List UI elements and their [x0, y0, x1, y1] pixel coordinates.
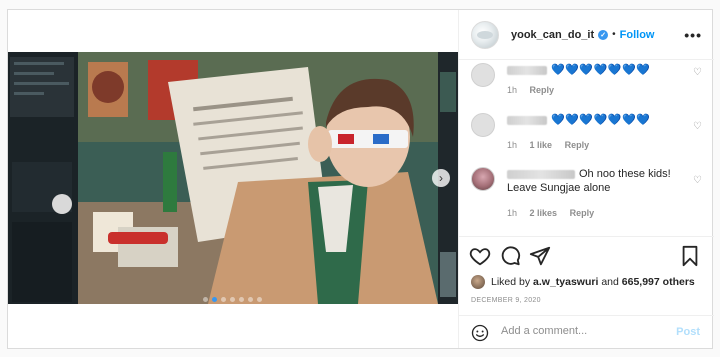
comment-likes-count[interactable]: 2 likes — [530, 208, 558, 218]
commenter-name-redacted[interactable] — [507, 169, 575, 179]
avatar[interactable] — [471, 20, 499, 49]
comment-text: 💙💙💙💙💙💙💙 — [551, 114, 651, 126]
carousel-dots — [203, 297, 262, 302]
commenter-avatar[interactable] — [471, 113, 495, 137]
carousel-dot[interactable] — [257, 297, 262, 302]
commenter-name-redacted[interactable] — [507, 115, 547, 125]
comment-text: 💙💙💙💙💙💙💙 — [551, 64, 651, 76]
paper-plane-icon[interactable] — [529, 245, 551, 267]
carousel-dot[interactable] — [230, 297, 235, 302]
comment-time: 1h — [507, 85, 518, 95]
photo-illustration — [8, 52, 458, 304]
likes-others-count[interactable]: 665,997 others — [622, 276, 695, 288]
liker-username[interactable]: a.w_tyaswuri — [533, 276, 598, 288]
comment-meta: 1h 2 likes Reply — [507, 208, 604, 218]
comment-time: 1h — [507, 208, 518, 218]
comment-time: 1h — [507, 140, 518, 150]
carousel-dot[interactable] — [248, 297, 253, 302]
likes-prefix: Liked by — [491, 276, 531, 288]
post-actions: Liked by a.w_tyaswuri and 665,997 others… — [459, 236, 714, 348]
separator-dot: • — [612, 29, 616, 40]
carousel-dot[interactable] — [203, 297, 208, 302]
comment-likes-count[interactable]: 1 like — [530, 140, 553, 150]
comment-input[interactable] — [501, 325, 661, 337]
reply-button[interactable]: Reply — [565, 140, 590, 150]
follow-button[interactable]: Follow — [620, 29, 655, 41]
chevron-right-icon[interactable]: › — [432, 169, 450, 187]
post-photo[interactable] — [8, 52, 458, 304]
bookmark-icon[interactable] — [679, 245, 701, 267]
comment-heart-icon[interactable]: ♡ — [693, 67, 702, 78]
commenter-name-redacted[interactable] — [507, 65, 547, 75]
post-card: › yook_can_do_it ✓ • Follow ••• 💙💙💙💙💙💙💙 … — [7, 9, 714, 349]
commenter-avatar[interactable] — [471, 167, 495, 191]
carousel-dot[interactable] — [239, 297, 244, 302]
reply-button[interactable]: Reply — [530, 85, 555, 95]
username[interactable]: yook_can_do_it — [511, 29, 594, 41]
smiley-icon[interactable] — [471, 324, 489, 342]
post-media: › — [8, 10, 458, 348]
comment-text-block: 💙💙💙💙💙💙💙 — [507, 113, 679, 127]
heart-icon[interactable] — [469, 245, 491, 267]
post-comment-button[interactable]: Post — [676, 326, 700, 338]
post-sidebar: yook_can_do_it ✓ • Follow ••• 💙💙💙💙💙💙💙 1h… — [458, 10, 714, 348]
comments-list: 💙💙💙💙💙💙💙 1h Reply ♡ 💙💙💙💙💙💙💙 1h 1 like Rep… — [459, 61, 714, 236]
comment-icon[interactable] — [499, 245, 521, 267]
comment-heart-icon[interactable]: ♡ — [693, 175, 702, 186]
likes-summary: Liked by a.w_tyaswuri and 665,997 others — [471, 275, 695, 289]
action-icons — [469, 245, 704, 267]
post-header: yook_can_do_it ✓ • Follow ••• — [459, 10, 714, 60]
add-comment-bar: Post — [459, 315, 714, 349]
more-options-icon[interactable]: ••• — [684, 27, 702, 43]
liker-avatar[interactable] — [471, 275, 485, 289]
carousel-dot[interactable] — [221, 297, 226, 302]
likes-conjunction: and — [601, 276, 619, 288]
verified-badge-icon: ✓ — [598, 29, 609, 40]
comment-text-block: 💙💙💙💙💙💙💙 — [507, 63, 679, 77]
carousel-dot[interactable] — [212, 297, 217, 302]
comment-heart-icon[interactable]: ♡ — [693, 121, 702, 132]
comment-meta: 1h 1 like Reply — [507, 140, 599, 150]
commenter-avatar[interactable] — [471, 63, 495, 87]
comment-meta: 1h Reply — [507, 85, 564, 95]
post-date[interactable]: DECEMBER 9, 2020 — [471, 297, 541, 304]
comment-text-block: Oh noo these kids! Leave Sungjae alone — [507, 167, 679, 195]
reply-button[interactable]: Reply — [570, 208, 595, 218]
